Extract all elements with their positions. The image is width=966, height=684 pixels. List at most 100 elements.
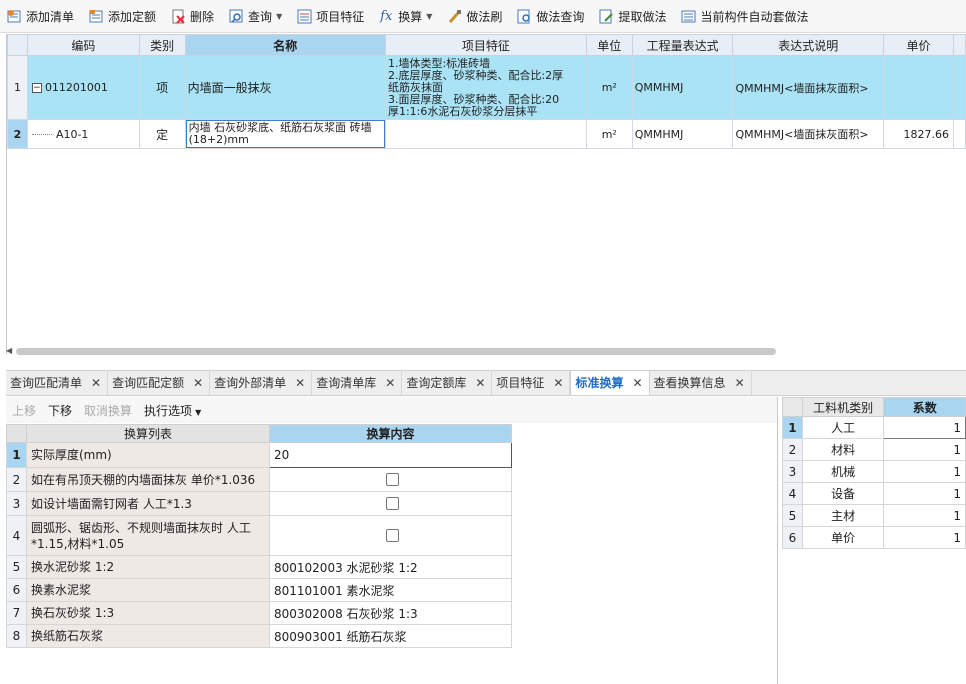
row-number[interactable]: 1 (782, 416, 803, 439)
header-name[interactable]: 名称 (184, 34, 386, 56)
item-feature-button[interactable]: 项目特征 (296, 5, 364, 27)
table-row[interactable]: 7 换石灰砂浆 1:3 800302008 石灰砂浆 1:3 (6, 601, 512, 625)
header-conversion-list[interactable]: 换算列表 (26, 424, 270, 443)
row-number[interactable]: 4 (6, 515, 27, 556)
row-number[interactable]: 2 (782, 438, 803, 461)
row-number[interactable]: 3 (6, 491, 27, 516)
material-select[interactable]: 801101001 素水泥浆 (269, 578, 512, 602)
header-coefficient[interactable]: 系数 (883, 397, 966, 417)
coefficient-input[interactable]: 1 (883, 416, 966, 439)
extract-method-button[interactable]: 提取做法 (598, 5, 666, 27)
table-row[interactable]: 1 实际厚度(mm) 20 (6, 442, 512, 468)
checkbox-cell[interactable] (269, 467, 512, 492)
row-number[interactable]: 3 (782, 460, 803, 483)
code-cell[interactable]: A10-1 (26, 119, 140, 149)
move-up-button[interactable]: 上移 (12, 402, 36, 419)
collapse-toggle-icon[interactable]: − (31, 83, 42, 93)
type-cell[interactable]: 定 (138, 119, 186, 149)
coefficient-input[interactable]: 1 (883, 504, 966, 527)
thickness-input[interactable]: 20 (269, 442, 512, 468)
table-row[interactable]: 5 换水泥砂浆 1:2 800102003 水泥砂浆 1:2 (6, 555, 512, 579)
irregular-wall-checkbox[interactable] (386, 529, 399, 542)
tab-query-match-quota[interactable]: 查询匹配定额 ✕ (108, 370, 211, 395)
move-down-button[interactable]: 下移 (48, 402, 72, 419)
tab-query-quota-library[interactable]: 查询定额库 ✕ (402, 370, 493, 395)
tab-query-external-list[interactable]: 查询外部清单 ✕ (210, 370, 313, 395)
type-cell[interactable]: 项 (138, 55, 186, 120)
method-query-button[interactable]: 做法查询 (516, 5, 584, 27)
row-number[interactable]: 4 (782, 482, 803, 505)
row-number[interactable]: 6 (6, 578, 27, 602)
header-conversion-content[interactable]: 换算内容 (269, 424, 512, 443)
expr-cell[interactable]: QMMHMJ (631, 119, 734, 149)
coefficient-input[interactable]: 1 (883, 438, 966, 461)
table-row[interactable]: 3 机械 1 (782, 460, 966, 483)
header-price[interactable]: 单价 (883, 34, 954, 56)
scroll-thumb[interactable] (16, 348, 776, 355)
table-row[interactable]: 8 换纸筋石灰浆 800903001 纸筋石灰浆 (6, 624, 512, 648)
table-row[interactable]: 6 换素水泥浆 801101001 素水泥浆 (6, 578, 512, 602)
row-number[interactable]: 8 (6, 624, 27, 648)
table-row[interactable]: 3 如设计墙面需钉网者 人工*1.3 (6, 491, 512, 516)
convert-button[interactable]: fx 换算 ▼ (378, 5, 432, 27)
query-button[interactable]: 查询 ▼ (228, 5, 282, 27)
price-cell[interactable]: 1827.66 (883, 119, 954, 149)
row-number[interactable]: 2 (7, 119, 28, 149)
table-row[interactable]: 1 −011201001 项 内墙面一般抹灰 1.墙体类型:标准砖墙 2.底层厚… (7, 55, 966, 120)
auto-apply-button[interactable]: 当前构件自动套做法 (680, 5, 808, 27)
table-row[interactable]: 4 设备 1 (782, 482, 966, 505)
tab-query-match-list[interactable]: 查询匹配清单 ✕ (6, 370, 109, 395)
table-row[interactable]: 2 材料 1 (782, 438, 966, 461)
coefficient-input[interactable]: 1 (883, 460, 966, 483)
header-expr[interactable]: 工程量表达式 (631, 34, 734, 56)
cancel-conversion-button[interactable]: 取消换算 (84, 402, 132, 419)
coefficient-input[interactable]: 1 (883, 526, 966, 549)
close-icon[interactable]: ✕ (385, 376, 395, 390)
expr-cell[interactable]: QMMHMJ (631, 55, 734, 120)
add-quota-button[interactable]: 添加定额 (88, 5, 156, 27)
expr-desc-cell[interactable]: QMMHMJ<墙面抹灰面积> (732, 55, 885, 120)
close-icon[interactable]: ✕ (295, 376, 305, 390)
unit-cell[interactable]: m² (585, 119, 633, 149)
name-cell[interactable]: 内墙面一般抹灰 (184, 55, 386, 120)
table-row[interactable]: 2 A10-1 定 内墙 石灰砂浆底、纸筋石灰浆面 砖墙 (18+2)mm m²… (7, 119, 966, 149)
material-select[interactable]: 800102003 水泥砂浆 1:2 (269, 555, 512, 579)
tab-standard-conversion[interactable]: 标准换算 ✕ (570, 370, 650, 395)
row-number[interactable]: 6 (782, 526, 803, 549)
table-row[interactable]: 2 如在有吊顶天棚的内墙面抹灰 单价*1.036 (6, 467, 512, 492)
row-number[interactable]: 2 (6, 467, 27, 492)
code-cell[interactable]: −011201001 (26, 55, 140, 120)
material-select[interactable]: 800903001 纸筋石灰浆 (269, 624, 512, 648)
close-icon[interactable]: ✕ (193, 376, 203, 390)
row-number[interactable]: 1 (6, 442, 27, 468)
horizontal-scrollbar[interactable]: ◀ (6, 346, 776, 356)
unit-cell[interactable]: m² (585, 55, 633, 120)
delete-button[interactable]: 删除 (170, 5, 214, 27)
header-type[interactable]: 类别 (138, 34, 186, 56)
table-row[interactable]: 5 主材 1 (782, 504, 966, 527)
price-cell[interactable] (883, 55, 954, 120)
coefficient-input[interactable]: 1 (883, 482, 966, 505)
table-row[interactable]: 6 单价 1 (782, 526, 966, 549)
checkbox-cell[interactable] (269, 491, 512, 516)
material-select[interactable]: 800302008 石灰砂浆 1:3 (269, 601, 512, 625)
feature-cell[interactable] (384, 119, 587, 149)
name-editor[interactable]: 内墙 石灰砂浆底、纸筋石灰浆面 砖墙 (18+2)mm (186, 120, 385, 148)
close-icon[interactable]: ✕ (553, 376, 563, 390)
header-feature[interactable]: 项目特征 (384, 34, 587, 56)
name-cell[interactable]: 内墙 石灰砂浆底、纸筋石灰浆面 砖墙 (18+2)mm (184, 119, 386, 149)
row-number[interactable]: 5 (782, 504, 803, 527)
row-number[interactable]: 5 (6, 555, 27, 579)
method-brush-button[interactable]: 做法刷 (446, 5, 502, 27)
table-row[interactable]: 4 圆弧形、锯齿形、不规则墙面抹灰时 人工*1.15,材料*1.05 (6, 515, 512, 556)
tab-view-conversion-info[interactable]: 查看换算信息 ✕ (650, 370, 752, 395)
expr-desc-cell[interactable]: QMMHMJ<墙面抹灰面积> (732, 119, 885, 149)
row-number[interactable]: 7 (6, 601, 27, 625)
close-icon[interactable]: ✕ (632, 376, 642, 390)
header-category[interactable]: 工料机类别 (801, 397, 885, 417)
close-icon[interactable]: ✕ (91, 376, 101, 390)
add-list-button[interactable]: 添加清单 (6, 5, 74, 27)
table-row[interactable]: 1 人工 1 (782, 416, 966, 439)
ceiling-checkbox[interactable] (386, 473, 399, 486)
checkbox-cell[interactable] (269, 515, 512, 556)
